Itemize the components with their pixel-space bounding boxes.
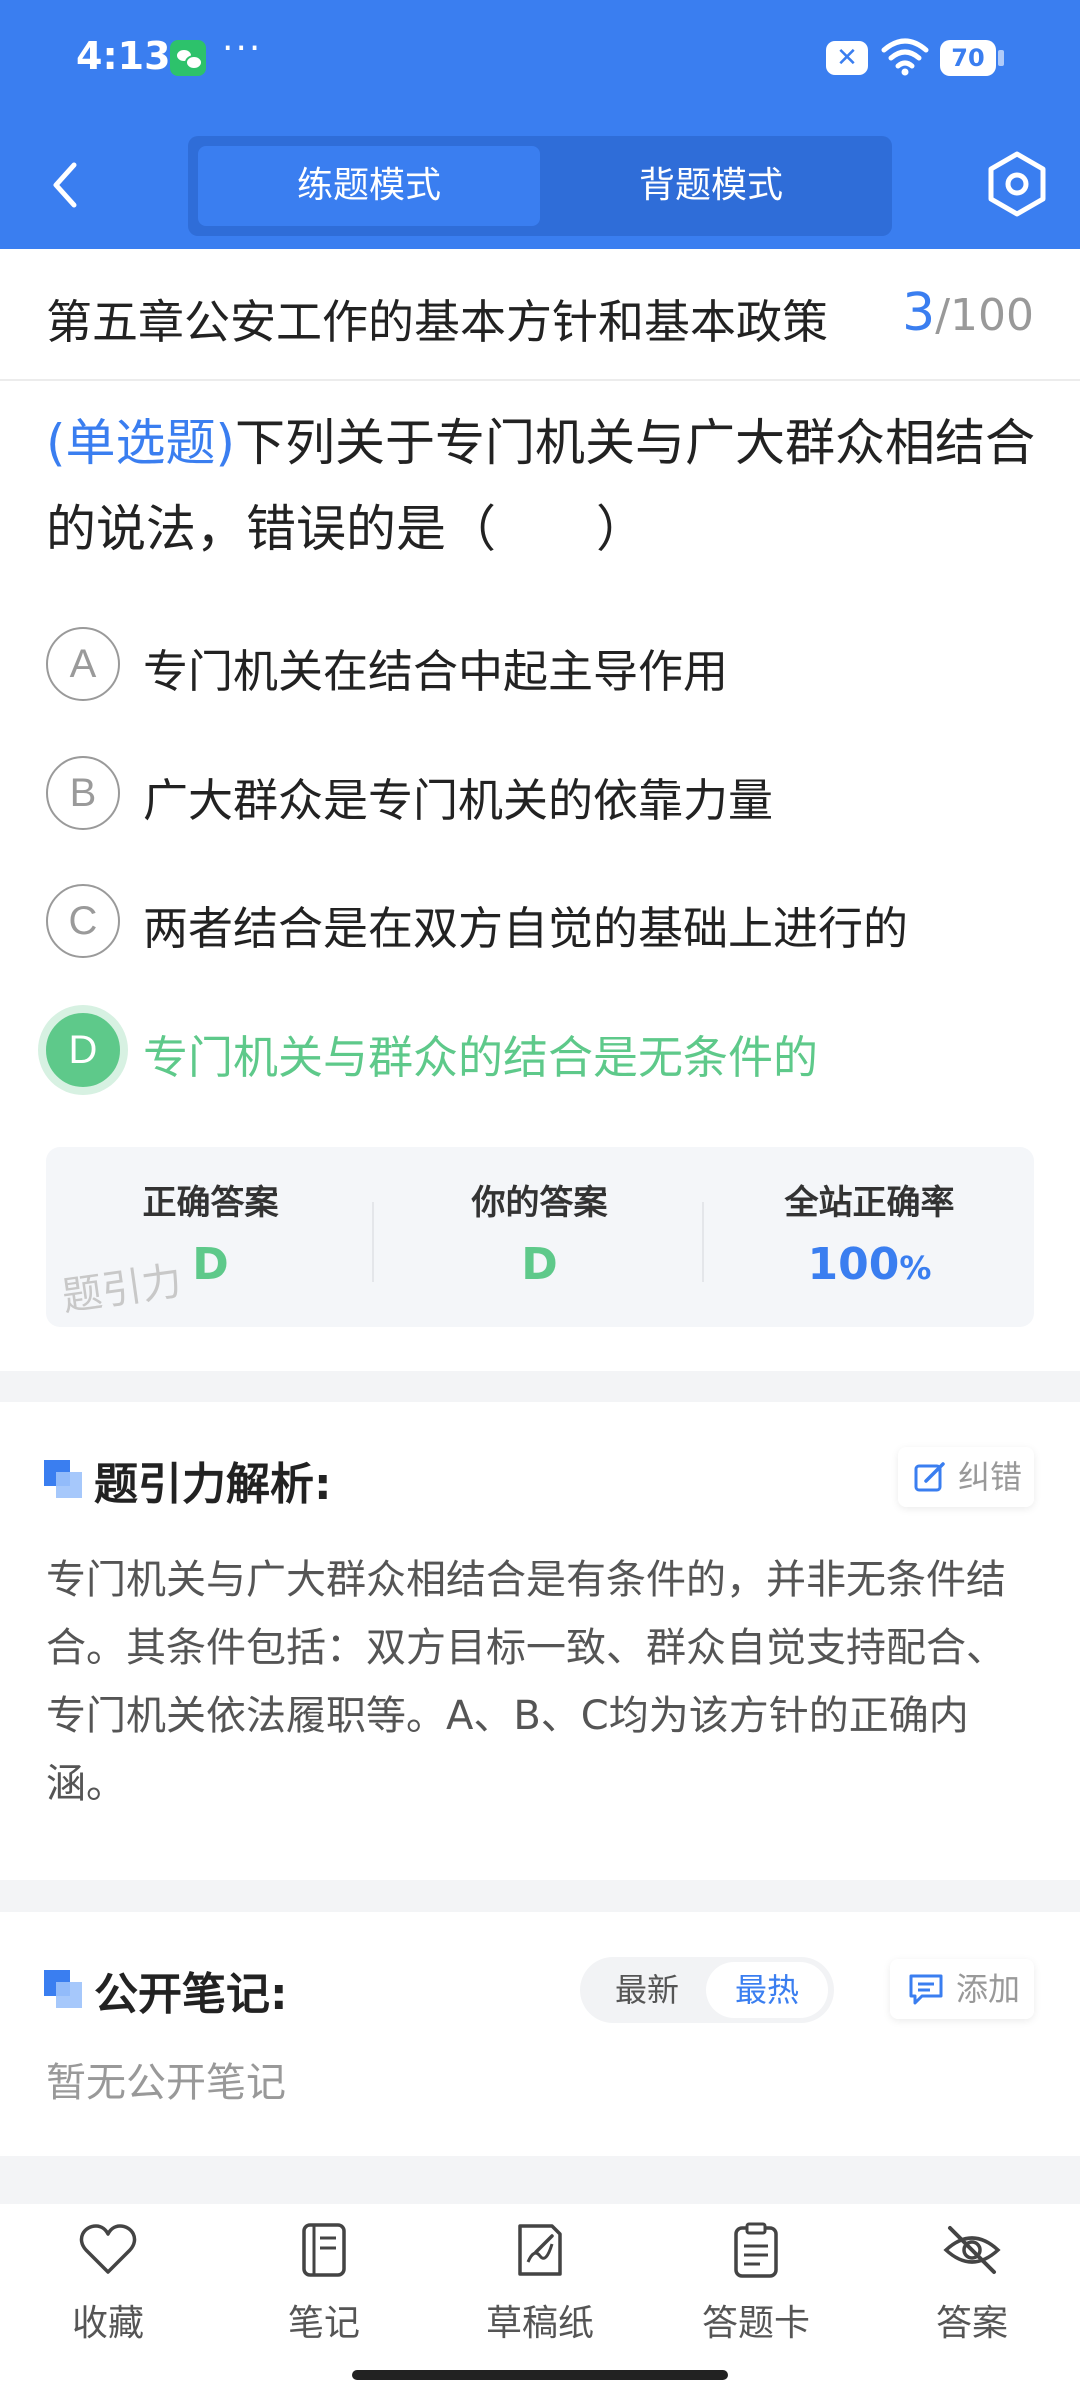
- draft-paper-icon: [518, 2224, 562, 2276]
- header-divider: [0, 379, 1080, 381]
- tab-label: 收藏: [71, 2303, 144, 2344]
- accuracy-value: 100%: [705, 1239, 1034, 1290]
- tab-memorize-mode[interactable]: 背题模式: [540, 146, 882, 226]
- your-answer-label: 你的答案: [471, 1183, 608, 1223]
- accuracy-number: 100: [807, 1239, 900, 1290]
- total-questions: /100: [935, 290, 1034, 341]
- top-header: 4:13 ··· ✕ 70 练题模式 背题模式: [0, 0, 1080, 249]
- tab-label: 笔记: [287, 2303, 360, 2344]
- battery-tip: [998, 50, 1004, 66]
- wechat-icon: [170, 40, 206, 76]
- option-d[interactable]: D 专门机关与群众的结合是无条件的: [46, 1013, 1036, 1087]
- tab-label: 草稿纸: [485, 2303, 594, 2344]
- option-key: D: [46, 1013, 120, 1087]
- chapter-title: 第五章公安工作的基本方针和基本政策: [46, 295, 828, 349]
- accuracy-unit: %: [899, 1249, 932, 1287]
- close-notification-icon: ✕: [826, 41, 868, 75]
- tab-practice-mode[interactable]: 练题模式: [198, 146, 540, 226]
- analysis-text: 专门机关与广大群众相结合是有条件的，并非无条件结合。其条件包括：双方目标一致、群…: [46, 1557, 1006, 1807]
- answer-stats: 正确答案 D 你的答案 D 全站正确率 100%: [46, 1147, 1034, 1327]
- option-key: C: [46, 884, 120, 958]
- home-indicator: [352, 2370, 728, 2380]
- settings-icon[interactable]: [985, 150, 1049, 218]
- edit-icon: [914, 1462, 945, 1492]
- accuracy-stat: 全站正确率 100%: [705, 1147, 1034, 1327]
- tab-answer-sheet[interactable]: 答题卡: [686, 2222, 826, 2372]
- add-note-label: 添加: [956, 1970, 1021, 2008]
- current-question-number: 3: [902, 283, 936, 343]
- status-time: 4:13: [76, 34, 171, 78]
- tab-favorite[interactable]: 收藏: [38, 2222, 178, 2372]
- comment-icon: [909, 1974, 943, 2005]
- question-type: (单选题): [46, 414, 236, 472]
- option-c[interactable]: C 两者结合是在双方自觉的基础上进行的: [46, 884, 1036, 958]
- option-text: 专门机关与群众的结合是无条件的: [143, 1031, 819, 1084]
- section-icon: [44, 1460, 82, 1498]
- answer-sheet-icon: [734, 2222, 778, 2278]
- tab-draft-paper[interactable]: 草稿纸: [470, 2222, 610, 2372]
- back-arrow-icon[interactable]: [40, 155, 90, 215]
- report-error-label: 纠错: [958, 1458, 1023, 1496]
- tab-label: 答题卡: [701, 2303, 810, 2344]
- option-key: B: [46, 756, 120, 830]
- option-text: 专门机关在结合中起主导作用: [143, 645, 729, 698]
- add-note-button[interactable]: 添加: [890, 1959, 1034, 2019]
- empty-notes-text: 暂无公开笔记: [46, 2060, 286, 2106]
- analysis-title: 题引力解析:: [94, 1459, 332, 1510]
- option-text: 广大群众是专门机关的依靠力量: [143, 774, 774, 827]
- eye-off-icon: [943, 2226, 1001, 2274]
- notebook-icon: [302, 2223, 346, 2277]
- your-answer-stat: 你的答案 D: [375, 1147, 704, 1327]
- your-answer-value: D: [521, 1239, 558, 1290]
- tab-notes[interactable]: 笔记: [254, 2222, 394, 2372]
- notes-sort-toggle: 最新 最热: [580, 1957, 834, 2023]
- battery-level: 70: [940, 40, 996, 76]
- tab-label: 答案: [935, 2303, 1008, 2344]
- wifi-icon: [881, 38, 929, 76]
- heart-icon: [79, 2224, 137, 2274]
- tab-answer[interactable]: 答案: [902, 2222, 1042, 2372]
- question-counter: 3/100: [902, 283, 1034, 343]
- section-icon: [44, 1970, 82, 2008]
- option-key: A: [46, 627, 120, 701]
- accuracy-label: 全站正确率: [784, 1183, 955, 1223]
- report-error-button[interactable]: 纠错: [898, 1447, 1034, 1507]
- option-a[interactable]: A 专门机关在结合中起主导作用: [46, 627, 1036, 701]
- sort-hottest[interactable]: 最热: [706, 1962, 828, 2018]
- option-text: 两者结合是在双方自觉的基础上进行的: [143, 902, 909, 955]
- stat-divider: [702, 1202, 704, 1282]
- notes-title: 公开笔记:: [94, 1969, 288, 2020]
- question-text: (单选题)下列关于专门机关与广大群众相结合的说法，错误的是（ ）: [46, 400, 1036, 572]
- notes-card: [0, 1912, 1080, 2156]
- sort-latest[interactable]: 最新: [586, 1962, 708, 2018]
- option-b[interactable]: B 广大群众是专门机关的依靠力量: [46, 756, 1036, 830]
- mode-switch: 练题模式 背题模式: [188, 136, 892, 236]
- stat-divider: [372, 1202, 374, 1282]
- more-notifications-icon: ···: [222, 28, 263, 69]
- correct-answer-label: 正确答案: [142, 1183, 279, 1223]
